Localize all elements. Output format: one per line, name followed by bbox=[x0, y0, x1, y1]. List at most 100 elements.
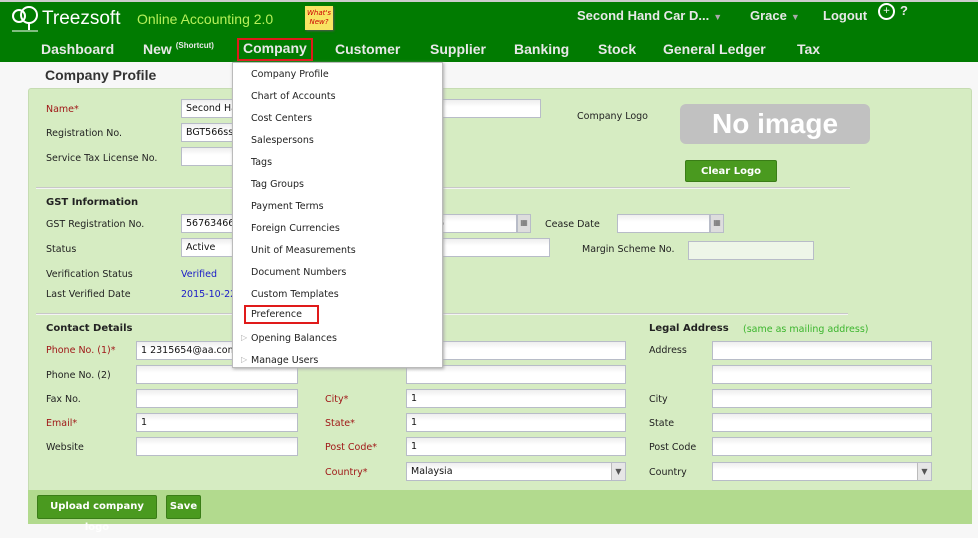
country-select[interactable]: Malaysia ▼ bbox=[406, 462, 626, 481]
cease-date-label: Cease Date bbox=[545, 219, 600, 230]
nav-company[interactable]: Company bbox=[237, 38, 313, 61]
website-label: Website bbox=[46, 442, 84, 453]
nav-supplier[interactable]: Supplier bbox=[430, 41, 486, 57]
company-selector-label: Second Hand Car D... bbox=[577, 8, 710, 23]
gst-heading: GST Information bbox=[46, 197, 139, 208]
postcode-label: Post Code* bbox=[325, 442, 377, 453]
brand-logo[interactable]: Treezsoft bbox=[10, 4, 121, 34]
name-label: Name* bbox=[46, 104, 79, 115]
nav-new-label: New bbox=[143, 41, 172, 57]
nav-banking[interactable]: Banking bbox=[514, 41, 569, 57]
registration-label: Registration No. bbox=[46, 128, 123, 139]
legal-postcode-input[interactable] bbox=[712, 437, 932, 456]
menu-item-salespersons[interactable]: Salespersons bbox=[251, 135, 314, 146]
fax-label: Fax No. bbox=[46, 394, 81, 405]
whats-new-note[interactable]: What's New? bbox=[305, 6, 333, 30]
calendar-icon[interactable]: ▦ bbox=[517, 214, 531, 233]
verification-status-value: Verified bbox=[181, 269, 218, 280]
menu-item-preference[interactable]: Preference bbox=[244, 305, 319, 324]
website-input[interactable] bbox=[136, 437, 298, 456]
divider bbox=[36, 187, 850, 189]
menu-item-opening-balances[interactable]: ▷ Opening Balances bbox=[241, 333, 337, 344]
email-input[interactable]: 1 bbox=[136, 413, 298, 432]
nav-dashboard[interactable]: Dashboard bbox=[41, 41, 114, 57]
menu-item-payment-terms[interactable]: Payment Terms bbox=[251, 201, 324, 212]
menu-item-label: Manage Users bbox=[251, 355, 319, 366]
clear-logo-button[interactable]: Clear Logo bbox=[685, 160, 777, 182]
nav-general-ledger[interactable]: General Ledger bbox=[663, 41, 766, 57]
state-label: State* bbox=[325, 418, 355, 429]
company-logo-label: Company Logo bbox=[577, 111, 648, 122]
page-title: Company Profile bbox=[45, 67, 157, 83]
fax-input[interactable] bbox=[136, 389, 298, 408]
email-label: Email* bbox=[46, 418, 78, 429]
legal-city-label: City bbox=[649, 394, 668, 405]
nav-stock[interactable]: Stock bbox=[598, 41, 636, 57]
menu-item-manage-users[interactable]: ▷ Manage Users bbox=[241, 355, 319, 366]
contact-heading: Contact Details bbox=[46, 323, 133, 334]
tree-logo-icon bbox=[12, 6, 38, 32]
last-verified-label: Last Verified Date bbox=[46, 289, 131, 300]
last-verified-value: 2015-10-22 bbox=[181, 289, 237, 300]
menu-item-cost-centers[interactable]: Cost Centers bbox=[251, 113, 312, 124]
margin-scheme-label: Margin Scheme No. bbox=[582, 244, 675, 255]
menu-item-unit-of-measurements[interactable]: Unit of Measurements bbox=[251, 245, 356, 256]
city-input[interactable]: 1 bbox=[406, 389, 626, 408]
state-input[interactable]: 1 bbox=[406, 413, 626, 432]
company-dropdown-menu: Company Profile Chart of Accounts Cost C… bbox=[232, 62, 443, 368]
nav-customer[interactable]: Customer bbox=[335, 41, 400, 57]
menu-item-tag-groups[interactable]: Tag Groups bbox=[251, 179, 304, 190]
phone1-label: Phone No. (1)* bbox=[46, 345, 116, 356]
tagline: Online Accounting 2.0 bbox=[137, 11, 274, 27]
service-tax-label: Service Tax License No. bbox=[46, 153, 158, 164]
legal-address2-input[interactable] bbox=[712, 365, 932, 384]
legal-state-input[interactable] bbox=[712, 413, 932, 432]
margin-scheme-input[interactable] bbox=[688, 241, 814, 260]
nav-new[interactable]: New (Shortcut) bbox=[143, 41, 214, 57]
menu-item-company-profile[interactable]: Company Profile bbox=[251, 69, 329, 80]
caret-down-icon: ▼ bbox=[713, 12, 723, 22]
menu-item-document-numbers[interactable]: Document Numbers bbox=[251, 267, 346, 278]
status-label: Status bbox=[46, 244, 77, 255]
menu-item-tags[interactable]: Tags bbox=[251, 157, 272, 168]
upload-logo-button[interactable]: Upload company logo bbox=[37, 495, 157, 533]
legal-address1-input[interactable] bbox=[712, 341, 932, 360]
verification-status-label: Verification Status bbox=[46, 269, 133, 280]
nav-new-shortcut: (Shortcut) bbox=[175, 41, 214, 50]
country-select-value: Malaysia bbox=[411, 466, 453, 477]
menu-item-custom-templates[interactable]: Custom Templates bbox=[251, 289, 339, 300]
nav-tax[interactable]: Tax bbox=[797, 41, 820, 57]
legal-country-label: Country bbox=[649, 467, 687, 478]
legal-address-label: Address bbox=[649, 345, 687, 356]
submenu-arrow-icon: ▷ bbox=[241, 355, 248, 364]
logo-placeholder: No image bbox=[680, 104, 870, 144]
calendar-icon[interactable]: ▦ bbox=[710, 214, 724, 233]
menu-item-chart-of-accounts[interactable]: Chart of Accounts bbox=[251, 91, 336, 102]
legal-postcode-label: Post Code bbox=[649, 442, 697, 453]
menu-item-foreign-currencies[interactable]: Foreign Currencies bbox=[251, 223, 340, 234]
cease-date-input[interactable] bbox=[617, 214, 710, 233]
menu-item-label: Opening Balances bbox=[251, 333, 337, 344]
caret-down-icon: ▼ bbox=[790, 12, 800, 22]
save-button[interactable]: Save bbox=[166, 495, 201, 519]
add-user-icon[interactable]: + bbox=[878, 3, 895, 20]
country-label: Country* bbox=[325, 467, 368, 478]
same-as-mailing-link[interactable]: (same as mailing address) bbox=[743, 324, 868, 335]
legal-address-heading: Legal Address bbox=[649, 323, 729, 334]
company-profile-panel bbox=[28, 88, 972, 524]
legal-country-select[interactable]: ▼ bbox=[712, 462, 932, 481]
logout-link[interactable]: Logout bbox=[823, 8, 867, 23]
user-name: Grace bbox=[750, 8, 787, 23]
gst-reg-label: GST Registration No. bbox=[46, 219, 145, 230]
phone2-label: Phone No. (2) bbox=[46, 370, 111, 381]
legal-city-input[interactable] bbox=[712, 389, 932, 408]
brand-name: Treezsoft bbox=[42, 8, 121, 29]
help-icon[interactable]: ? bbox=[900, 3, 908, 18]
company-selector[interactable]: Second Hand Car D... ▼ bbox=[577, 8, 722, 23]
chevron-down-icon: ▼ bbox=[917, 463, 931, 480]
legal-state-label: State bbox=[649, 418, 675, 429]
chevron-down-icon: ▼ bbox=[611, 463, 625, 480]
city-label: City* bbox=[325, 394, 349, 405]
postcode-input[interactable]: 1 bbox=[406, 437, 626, 456]
user-menu[interactable]: Grace ▼ bbox=[750, 8, 800, 23]
